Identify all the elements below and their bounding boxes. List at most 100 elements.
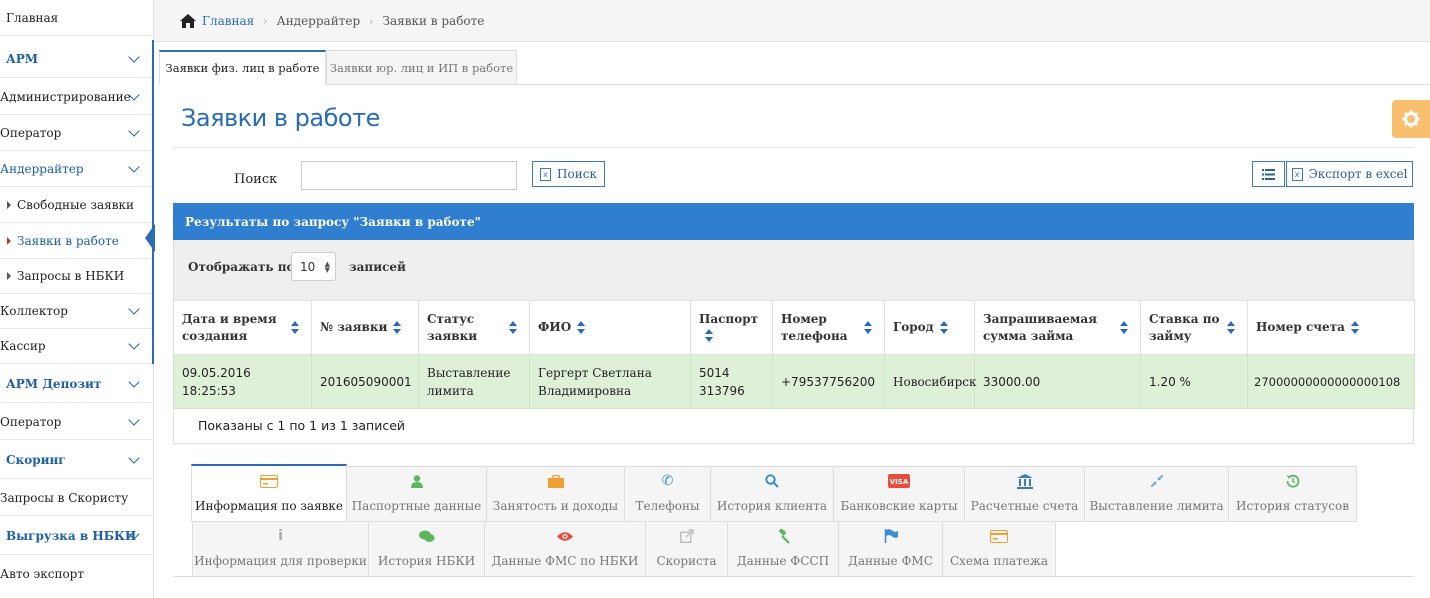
- sort-icon: [393, 320, 402, 336]
- search-label: Поиск: [234, 172, 278, 187]
- sidebar-item-in-work[interactable]: Заявки в работе: [0, 223, 152, 259]
- column-header-status[interactable]: Статус заявки: [418, 300, 530, 355]
- column-header-account[interactable]: Номер счета: [1247, 300, 1415, 355]
- sidebar-item-nbki-requests[interactable]: Запросы в НБКИ: [0, 258, 152, 294]
- caret-right-icon: [7, 200, 11, 209]
- bottom-divider: [173, 576, 1414, 577]
- sidebar: Главная АРМ Администрирование Оператор А…: [0, 0, 155, 598]
- sidebar-item-free-requests[interactable]: Свободные заявки: [0, 187, 152, 223]
- tab-fssp[interactable]: Данные ФССП: [727, 521, 839, 577]
- sort-icon: [291, 320, 299, 336]
- sidebar-item-nbki-upload[interactable]: Выгрузка в НБКИ: [0, 517, 152, 555]
- tab-scorista[interactable]: Скориста: [645, 521, 728, 577]
- sidebar-item-arm-deposit[interactable]: АРМ Депозит: [0, 365, 152, 403]
- chevron-down-icon: [128, 302, 140, 315]
- tab-bank-cards[interactable]: VISA Банковские карты: [833, 466, 965, 522]
- tab-fms[interactable]: Данные ФМС: [838, 521, 943, 577]
- sort-icon: [577, 320, 586, 336]
- cell-fio: Гергерт Светлана Владимировна: [529, 354, 691, 409]
- column-header-passport[interactable]: Паспорт: [690, 300, 773, 355]
- tab-set-limit[interactable]: Выставление лимита: [1084, 466, 1229, 522]
- sidebar-item-scoring[interactable]: Скоринг: [0, 441, 152, 479]
- tab-employment[interactable]: Занятость и доходы: [486, 466, 625, 522]
- cell-passport: 5014 313796: [690, 354, 773, 409]
- tab-settlement-accounts[interactable]: Расчетные счета: [964, 466, 1085, 522]
- caret-right-icon: [7, 236, 11, 245]
- columns-button[interactable]: [1252, 161, 1285, 187]
- cell-account: 27000000000000000108: [1247, 354, 1415, 409]
- tab-client-history[interactable]: История клиента: [710, 466, 834, 522]
- home-icon[interactable]: [180, 14, 196, 28]
- tab-passport[interactable]: Паспортные данные: [346, 466, 487, 522]
- history-icon: [1286, 471, 1300, 491]
- sidebar-item-auto-export[interactable]: Авто экспорт: [0, 556, 152, 592]
- tab-phones[interactable]: ✆ Телефоны: [624, 466, 711, 522]
- chevron-down-icon: [128, 337, 140, 350]
- sidebar-item-underwriter[interactable]: Андеррайтер: [0, 151, 152, 187]
- cell-rate: 1.20 %: [1140, 354, 1248, 409]
- cell-amount: 33000.00: [974, 354, 1141, 409]
- updown-icon: ▲ ▼: [324, 260, 330, 274]
- breadcrumb-section[interactable]: Андеррайтер: [277, 14, 361, 28]
- chevron-down-icon: [128, 451, 140, 464]
- info-icon: i: [278, 528, 283, 544]
- chevron-down-icon: [128, 124, 140, 137]
- sort-icon: [939, 320, 948, 336]
- table-row[interactable]: 09.05.2016 18:25:53 201605090001 Выставл…: [173, 354, 1415, 409]
- tab-individuals[interactable]: Заявки физ. лиц в работе: [159, 50, 326, 85]
- export-excel-button[interactable]: x Экспорт в excel: [1286, 161, 1413, 187]
- breadcrumb-home[interactable]: Главная: [202, 14, 254, 28]
- briefcase-icon: [547, 471, 564, 491]
- sidebar-item-scorista-requests[interactable]: Запросы в Скористу: [0, 480, 152, 516]
- bank-icon: [1016, 471, 1033, 491]
- gavel-icon: [776, 526, 791, 546]
- column-header-city[interactable]: Город: [884, 300, 975, 355]
- sort-icon: [1350, 320, 1359, 336]
- tab-legal-entities[interactable]: Заявки юр. лиц и ИП в работе: [326, 50, 517, 85]
- eye-icon: [557, 526, 573, 546]
- search-button[interactable]: x Поиск: [532, 161, 605, 187]
- results-panel-title: Результаты по запросу "Заявки в работе": [173, 203, 1414, 240]
- settings-button[interactable]: [1392, 100, 1430, 138]
- sidebar-item-collector[interactable]: Коллектор: [0, 293, 152, 329]
- table-header-row: Дата и время создания № заявки Статус за…: [173, 300, 1415, 355]
- column-header-fio[interactable]: ФИО: [529, 300, 691, 355]
- sidebar-item-administration[interactable]: Администрирование: [0, 79, 152, 115]
- tab-status-history[interactable]: История статусов: [1228, 466, 1357, 522]
- credit-card-icon: [990, 526, 1008, 546]
- breadcrumb: Главная › Андеррайтер › Заявки в работе: [180, 14, 484, 28]
- sort-icon: [509, 320, 517, 336]
- cell-city: Новосибирск: [884, 354, 977, 409]
- tab-check-info[interactable]: i Информация для проверки: [192, 521, 369, 577]
- tab-nbki-history[interactable]: История НБКИ: [368, 521, 485, 577]
- page-size-select[interactable]: 10 ▲ ▼: [291, 252, 336, 281]
- column-header-number[interactable]: № заявки: [311, 300, 419, 355]
- sidebar-active-notch: [145, 224, 155, 252]
- sort-icon: [1227, 320, 1235, 336]
- sidebar-item-operator[interactable]: Оператор: [0, 115, 152, 151]
- sidebar-item-cashier[interactable]: Кассир: [0, 328, 152, 364]
- sidebar-item-operator2[interactable]: Оператор: [0, 404, 152, 440]
- tab-request-info[interactable]: Информация по заявке: [191, 464, 347, 522]
- breadcrumb-current: Заявки в работе: [382, 14, 485, 28]
- sidebar-item-arm[interactable]: АРМ: [0, 40, 152, 78]
- chevron-down-icon: [128, 50, 140, 63]
- search-input[interactable]: [301, 161, 517, 190]
- sidebar-item-home[interactable]: Главная: [0, 0, 152, 36]
- column-header-date[interactable]: Дата и время создания: [173, 300, 312, 355]
- chevron-down-icon: [128, 160, 140, 173]
- excel-icon: x: [1291, 167, 1303, 181]
- column-header-phone[interactable]: Номер телефона: [772, 300, 885, 355]
- compress-icon: [1150, 471, 1163, 491]
- column-header-rate[interactable]: Ставка по займу: [1140, 300, 1248, 355]
- tab-payment-scheme[interactable]: Схема платежа: [942, 521, 1056, 577]
- chevron-down-icon: [128, 375, 140, 388]
- list-icon: [1262, 168, 1275, 180]
- cell-phone: +79537756200: [772, 354, 885, 409]
- comments-icon: [418, 526, 435, 546]
- breadcrumb-separator: ›: [263, 14, 268, 28]
- tab-fms-nbki[interactable]: Данные ФМС по НБКИ: [484, 521, 646, 577]
- column-header-amount[interactable]: Запрашиваемая сумма займа: [974, 300, 1141, 355]
- cell-date: 09.05.2016 18:25:53: [173, 354, 312, 409]
- page-size-suffix: записей: [349, 260, 406, 274]
